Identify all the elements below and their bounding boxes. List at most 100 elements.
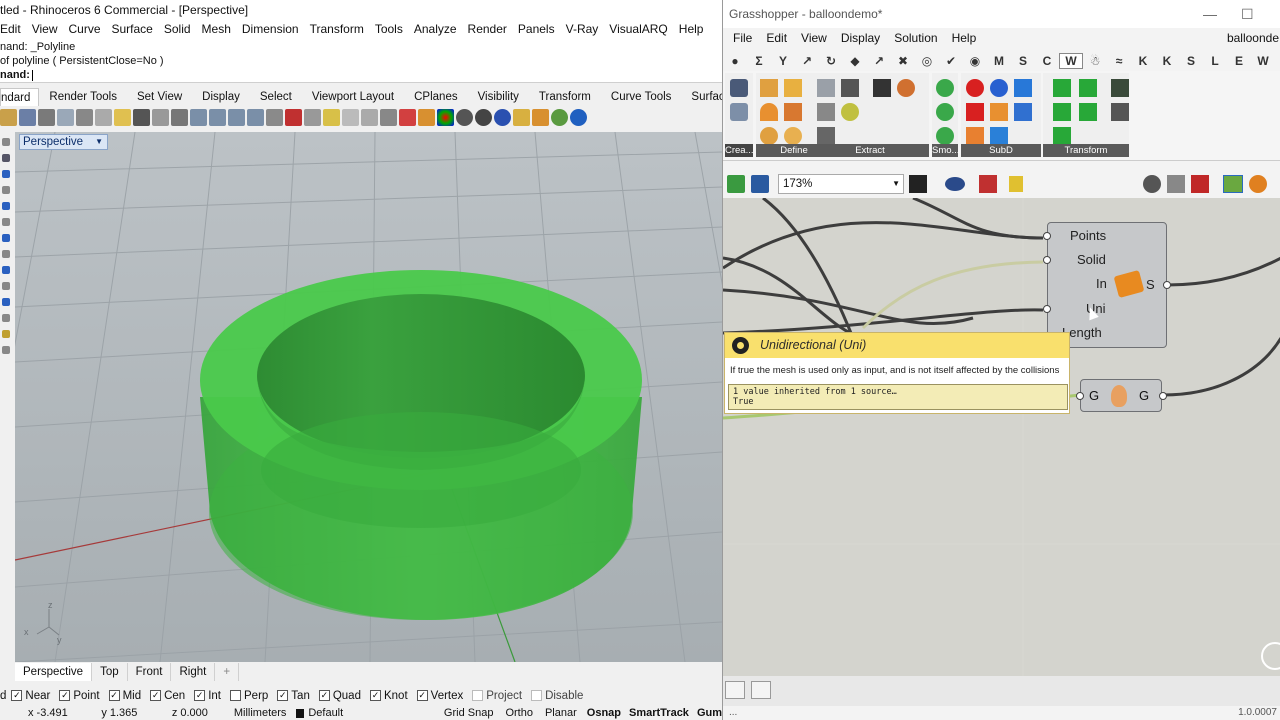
osnap-int[interactable]: ✓ Int (194, 690, 221, 702)
osnap-quad[interactable]: ✓ Quad (318, 690, 361, 702)
curve-tool-icon[interactable] (2, 186, 10, 194)
checkbox-icon[interactable]: ✓ (416, 690, 428, 701)
mesh-split-icon[interactable] (841, 79, 859, 97)
tab-render-tools[interactable]: Render Tools (39, 88, 127, 106)
gh-menu-edit[interactable]: Edit (766, 29, 787, 48)
maximize-icon[interactable]: ☐ (1241, 0, 1254, 28)
tab-render[interactable]: ◉ (963, 54, 987, 68)
smooth-3-icon[interactable] (936, 127, 954, 145)
checkbox-icon[interactable]: ✓ (318, 690, 330, 701)
render-preview-icon[interactable] (1249, 175, 1267, 193)
arc-tool-icon[interactable] (2, 218, 10, 226)
menu-dimension[interactable]: Dimension (242, 20, 299, 39)
transform-arrow-icon[interactable] (1053, 79, 1071, 97)
tab-s[interactable]: S (1011, 54, 1035, 68)
tab-plugin-b[interactable]: ≈ (1107, 54, 1131, 68)
tab-visibility[interactable]: Visibility (468, 88, 529, 106)
tab-curve-tools[interactable]: Curve Tools (601, 88, 682, 106)
mesh-vertices-icon[interactable] (841, 103, 859, 121)
zoom-selected-icon[interactable] (247, 108, 264, 126)
tab-params[interactable]: ● (723, 54, 747, 68)
menu-mesh[interactable]: Mesh (202, 20, 231, 39)
osnap-cen[interactable]: ✓ Cen (150, 690, 185, 702)
menu-panels[interactable]: Panels (518, 20, 555, 39)
viewport-tab-top[interactable]: Top (92, 663, 128, 681)
copy-icon[interactable] (95, 108, 112, 126)
surface-tool-icon[interactable] (2, 266, 10, 274)
mesh-box-icon[interactable] (760, 79, 778, 97)
transform-cube-icon[interactable] (1079, 79, 1097, 97)
output-g[interactable]: G (1139, 388, 1149, 403)
menu-curve[interactable]: Curve (68, 20, 100, 39)
new-icon[interactable] (0, 108, 17, 126)
rotate-view-icon[interactable] (171, 108, 188, 126)
mesh-sphere-icon[interactable] (760, 127, 778, 145)
download-icon[interactable] (725, 681, 745, 699)
gh-menu-help[interactable]: Help (952, 29, 977, 48)
zoom-dropdown[interactable]: 173% ▼ (778, 174, 904, 194)
car-icon[interactable] (285, 108, 302, 126)
tab-cplanes[interactable]: CPlanes (404, 88, 467, 106)
status-layer[interactable]: Default (308, 707, 440, 719)
tab-plugin-a[interactable]: ☃ (1083, 54, 1107, 68)
menu-vray[interactable]: V-Ray (566, 20, 599, 39)
mesh-boundary-icon[interactable] (817, 127, 835, 145)
tab-s2[interactable]: S (1179, 54, 1203, 68)
geometry-component[interactable]: G G (1076, 379, 1167, 412)
status-planar[interactable]: Planar (545, 707, 577, 719)
checkbox-icon[interactable]: ✓ (11, 690, 23, 701)
tab-display[interactable]: Display (192, 88, 250, 106)
help-icon[interactable] (570, 108, 587, 126)
checkbox-icon[interactable] (230, 690, 241, 701)
smooth-icon[interactable] (936, 79, 954, 97)
tab-surface-tools[interactable]: Surface Tools (681, 88, 722, 106)
status-smarttrack[interactable]: SmartTrack (629, 707, 689, 719)
checkbox-icon[interactable]: ✓ (194, 690, 206, 701)
dimension-tool-icon[interactable] (2, 330, 10, 338)
save-icon[interactable] (19, 108, 36, 126)
mesh-create-icon[interactable] (730, 79, 748, 97)
perspective-viewport[interactable]: z y x Perspective ▼ (15, 132, 722, 662)
tab-w-active[interactable]: W (1059, 53, 1083, 69)
mesh-pyramid-icon[interactable] (784, 103, 802, 121)
subd-triangle-red-icon[interactable] (966, 103, 984, 121)
tab-intersect[interactable]: ✖ (891, 54, 915, 68)
command-line[interactable]: nand: (0, 68, 722, 82)
eye-icon[interactable] (945, 177, 965, 191)
tab-transform[interactable]: ◎ (915, 54, 939, 68)
tab-w2[interactable]: W (1251, 54, 1275, 68)
zoom-icon[interactable] (190, 108, 207, 126)
output-s[interactable]: S (1146, 277, 1155, 292)
grasshopper-canvas[interactable]: Points Solid In Uni Length S G G Unidire… (723, 198, 1280, 676)
rectangle-tool-icon[interactable] (2, 234, 10, 242)
minimize-icon[interactable]: — (1203, 0, 1217, 28)
tab-l[interactable]: L (1203, 54, 1227, 68)
polyline-tool-icon[interactable] (2, 170, 10, 178)
mesh-cone-icon[interactable] (760, 103, 778, 121)
subd-tri-grid-icon[interactable] (990, 127, 1008, 145)
osnap-mid[interactable]: ✓ Mid (108, 690, 141, 702)
add-viewport-icon[interactable]: + (215, 663, 240, 681)
subd-sphere-red-icon[interactable] (966, 79, 984, 97)
menu-visualarq[interactable]: VisualARQ (609, 20, 667, 39)
layer-icon[interactable] (399, 108, 416, 126)
gh-menu-file[interactable]: File (733, 29, 752, 48)
select-icon[interactable] (342, 108, 359, 126)
zoom-extents-icon[interactable] (228, 108, 245, 126)
tab-set-view[interactable]: Set View (127, 88, 192, 106)
input-grip[interactable] (1043, 232, 1051, 240)
viewport-title[interactable]: Perspective ▼ (19, 134, 109, 150)
osnap-perp[interactable]: Perp (230, 690, 268, 702)
transform-tool-icon[interactable] (2, 314, 10, 322)
tab-mesh[interactable]: ↗ (867, 54, 891, 68)
tab-maths[interactable]: Σ (747, 54, 771, 68)
checkbox-icon[interactable]: ✓ (150, 690, 162, 701)
input-solid[interactable]: Solid (1077, 252, 1106, 267)
selected-preview-icon[interactable] (1223, 175, 1243, 193)
attach-icon[interactable] (751, 681, 771, 699)
solid-tool-icon[interactable] (2, 282, 10, 290)
osnap-project[interactable]: Project (472, 690, 522, 702)
osnap-point[interactable]: ✓ Point (59, 690, 100, 702)
output-grip[interactable] (1159, 392, 1167, 400)
undo-icon[interactable] (133, 108, 150, 126)
